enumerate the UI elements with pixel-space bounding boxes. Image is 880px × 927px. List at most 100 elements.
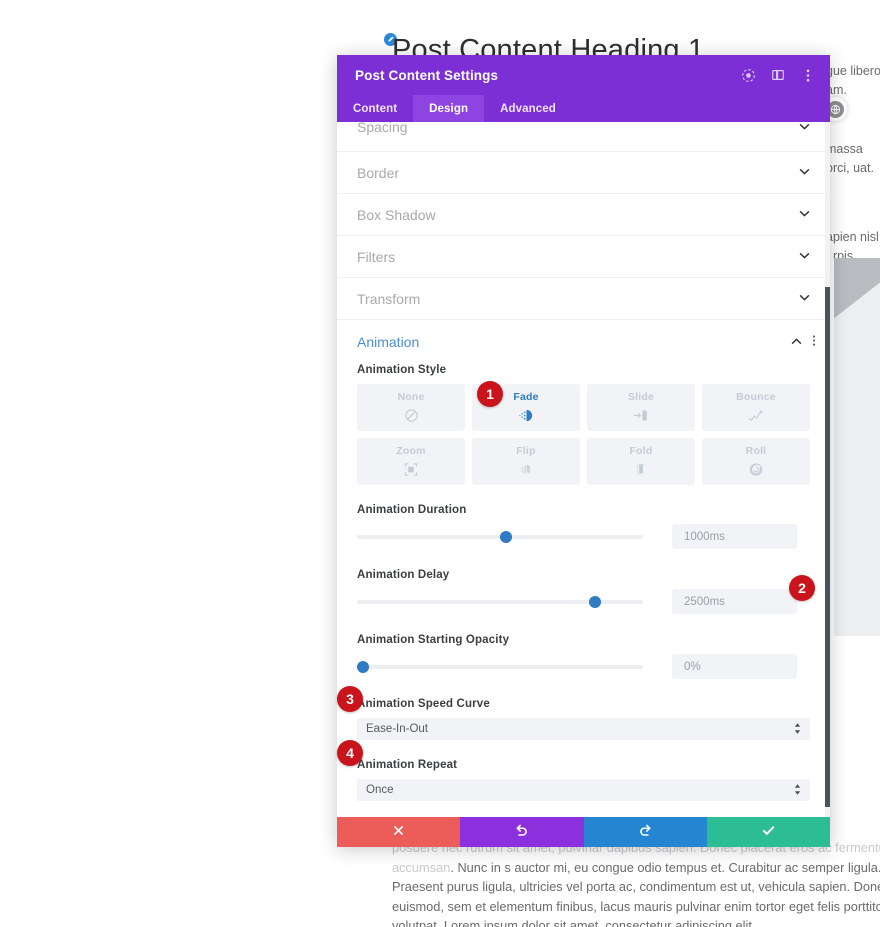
- section-label: Transform: [357, 290, 421, 307]
- kebab-menu-icon[interactable]: [812, 334, 816, 350]
- animation-duration-slider[interactable]: [357, 528, 643, 546]
- layout-panel-icon[interactable]: [770, 67, 786, 83]
- animation-style-grid: None Fade Slide Bounce Zoom Flip Fold Ro…: [357, 384, 810, 485]
- animation-style-flip[interactable]: Flip: [472, 438, 580, 485]
- redo-button[interactable]: [583, 817, 707, 847]
- section-label: Filters: [357, 248, 396, 265]
- callout-3: 3: [337, 686, 363, 712]
- animation-style-bounce[interactable]: Bounce: [702, 384, 810, 431]
- bounce-icon: [747, 407, 765, 425]
- callout-4: 4: [337, 740, 363, 766]
- section-label: Box Shadow: [357, 206, 436, 223]
- animation-delay-field: Animation Delay 2500ms: [337, 569, 830, 614]
- target-icon[interactable]: [740, 67, 756, 83]
- modal-scrollbar-thumb[interactable]: [825, 287, 830, 807]
- option-label: Flip: [516, 444, 536, 457]
- animation-duration-value[interactable]: 1000ms: [672, 524, 797, 549]
- section-spacing[interactable]: Spacing: [337, 122, 830, 152]
- modal-header-icons: [740, 67, 816, 83]
- chevron-down-icon: [799, 293, 810, 304]
- slider-knob[interactable]: [500, 530, 512, 543]
- save-button[interactable]: [706, 817, 830, 847]
- option-label: Roll: [745, 444, 767, 457]
- close-button[interactable]: [337, 817, 461, 847]
- animation-delay-value[interactable]: 2500ms: [672, 589, 797, 614]
- animation-style-slide[interactable]: Slide: [587, 384, 695, 431]
- callout-1: 1: [477, 381, 503, 407]
- screen: Post Content Heading 1 gue libero, am. m…: [0, 0, 880, 927]
- chevron-up-icon[interactable]: [791, 336, 802, 348]
- animation-style-fold[interactable]: Fold: [587, 438, 695, 485]
- background-bottom-paragraph: posuere nec rutrum sit amet, pulvinar da…: [392, 838, 880, 927]
- option-label: Fold: [629, 444, 653, 457]
- section-label: Spacing: [357, 122, 408, 135]
- animation-style-field: Animation Style None Fade Slide Bounce Z…: [337, 364, 830, 485]
- option-label: Fade: [513, 390, 539, 403]
- modal-body: Spacing Border Box Shadow Filters Transf…: [337, 122, 830, 817]
- modal-footer: [337, 817, 830, 847]
- roll-icon: [748, 461, 764, 479]
- animation-opacity-row: 0%: [357, 654, 810, 679]
- post-content-settings-modal: Post Content Settings Content Design Adv…: [337, 55, 830, 847]
- fold-icon: [633, 461, 649, 479]
- slider-track: [357, 664, 643, 669]
- animation-opacity-field: Animation Starting Opacity 0%: [337, 634, 830, 679]
- modal-scrollbar[interactable]: [825, 122, 830, 817]
- option-label: None: [397, 390, 425, 403]
- option-label: Zoom: [396, 444, 426, 457]
- modal-title: Post Content Settings: [355, 67, 499, 83]
- chevron-down-icon: [799, 122, 810, 133]
- modal-header: Post Content Settings: [337, 55, 830, 95]
- animation-style-none[interactable]: None: [357, 384, 465, 431]
- undo-icon: [514, 823, 529, 841]
- tab-content[interactable]: Content: [337, 95, 413, 122]
- animation-style-zoom[interactable]: Zoom: [357, 438, 465, 485]
- check-icon: [761, 823, 776, 841]
- section-filters[interactable]: Filters: [337, 236, 830, 278]
- background-image-placeholder: [834, 258, 880, 636]
- section-label: Animation: [357, 334, 420, 350]
- section-label: Border: [357, 164, 400, 181]
- animation-speed-curve-select[interactable]: Ease-In-Out: [357, 718, 810, 740]
- placeholder-diagonal: [834, 258, 880, 372]
- no-entry-icon: [404, 407, 419, 425]
- select-arrows-icon: [794, 723, 801, 735]
- tab-design[interactable]: Design: [413, 95, 485, 122]
- section-transform[interactable]: Transform: [337, 278, 830, 320]
- animation-repeat-field: Animation Repeat Once: [337, 759, 830, 801]
- animation-opacity-value[interactable]: 0%: [672, 654, 797, 679]
- animation-delay-row: 2500ms: [357, 589, 810, 614]
- section-border[interactable]: Border: [337, 152, 830, 194]
- animation-opacity-label: Animation Starting Opacity: [357, 634, 510, 646]
- animation-speed-curve-field: Animation Speed Curve Ease-In-Out: [337, 698, 830, 740]
- animation-style-label: Animation Style: [357, 364, 447, 376]
- modal-tabs: Content Design Advanced: [337, 95, 830, 122]
- undo-button[interactable]: [460, 817, 584, 847]
- bg-bottom-rest: . Nunc in s auctor mi, eu congue odio te…: [392, 859, 880, 927]
- x-icon: [392, 824, 405, 840]
- select-value: Once: [366, 784, 394, 796]
- kebab-menu-icon[interactable]: [800, 67, 816, 83]
- animation-delay-slider[interactable]: [357, 593, 643, 611]
- fade-icon: [518, 407, 535, 425]
- background-right-column: gue libero, am. massa orci, uat. apien n…: [826, 62, 880, 280]
- bg-paragraph: massa orci, uat.: [826, 142, 874, 175]
- animation-duration-field: Animation Duration 1000ms: [337, 504, 830, 549]
- animation-duration-row: 1000ms: [357, 524, 810, 549]
- section-animation-header[interactable]: Animation: [337, 320, 830, 364]
- select-value: Ease-In-Out: [366, 723, 428, 735]
- animation-style-roll[interactable]: Roll: [702, 438, 810, 485]
- tab-advanced[interactable]: Advanced: [484, 95, 572, 122]
- slider-knob[interactable]: [588, 595, 601, 608]
- zoom-icon: [403, 461, 419, 479]
- slide-icon: [632, 407, 650, 425]
- section-tools: [791, 334, 816, 350]
- animation-opacity-slider[interactable]: [357, 658, 643, 676]
- section-box-shadow[interactable]: Box Shadow: [337, 194, 830, 236]
- slider-knob[interactable]: [357, 660, 369, 673]
- callout-2: 2: [789, 575, 815, 601]
- animation-repeat-select[interactable]: Once: [357, 779, 810, 801]
- chevron-down-icon: [799, 209, 810, 220]
- redo-icon: [638, 823, 653, 841]
- option-label: Bounce: [736, 390, 776, 403]
